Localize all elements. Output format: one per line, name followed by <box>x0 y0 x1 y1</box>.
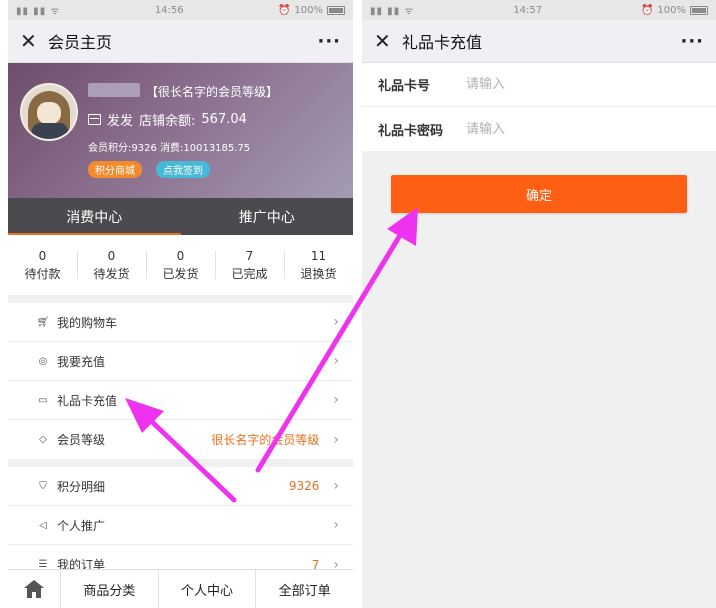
menu-item-cart[interactable]: 🛒︎ 我的购物车 › <box>8 303 353 342</box>
tab-product-categories[interactable]: 商品分类 <box>60 570 158 608</box>
order-status-pending-shipment[interactable]: 0 待发货 <box>77 235 146 295</box>
gift-card-recharge-screen: ▮▮ ▮▮ ᯤ 14:57 ⏰ 100% ✕ 礼品卡充值 ··· 礼品卡号 礼品… <box>362 0 716 608</box>
recharge-icon: ◎ <box>38 355 48 367</box>
card-number-input[interactable] <box>466 77 666 92</box>
top-navbar: ✕ 会员主页 ··· <box>8 20 353 63</box>
confirm-button[interactable]: 确定 <box>391 175 687 213</box>
member-level-tag: 【很长名字的会员等级】 <box>146 85 279 99</box>
menu-item-gift-card-recharge[interactable]: ▭ 礼品卡充值 › <box>8 381 353 420</box>
close-icon[interactable]: ✕ <box>20 29 46 53</box>
menu-item-label: 积分明细 <box>57 479 106 494</box>
center-tabs: 消费中心 推广中心 <box>8 198 353 235</box>
cart-icon: 🛒︎ <box>36 316 50 328</box>
gift-card-form: 礼品卡号 礼品卡密码 <box>362 63 716 151</box>
order-count: 7 <box>245 248 254 263</box>
menu-item-personal-promotion[interactable]: ◁ 个人推广 › <box>8 506 353 545</box>
chevron-right-icon: › <box>333 314 339 330</box>
status-time: 14:57 <box>513 4 543 16</box>
menu-item-label: 个人推广 <box>57 518 106 533</box>
order-status-pending-payment[interactable]: 0 待付款 <box>8 235 77 295</box>
profile-header: 【很长名字的会员等级】 发发 店铺余额: 567.04 会员积分:9326 消费… <box>8 63 353 198</box>
blurred-username <box>88 83 140 97</box>
signal-icon: ▮▮ ▮▮ ᯤ <box>370 6 415 17</box>
alarm-icon: ⏰ <box>277 4 291 16</box>
points-value: 9326 <box>288 479 320 493</box>
points-icon: ⛉ <box>39 480 47 492</box>
order-status-returns[interactable]: 11 退换货 <box>284 235 353 295</box>
menu-item-label: 礼品卡充值 <box>57 393 118 408</box>
order-status-label: 待发货 <box>93 266 130 281</box>
order-status-shipped[interactable]: 0 已发货 <box>146 235 215 295</box>
status-time: 14:56 <box>154 4 184 16</box>
order-status-label: 待付款 <box>24 266 61 281</box>
card-password-input[interactable] <box>466 121 666 137</box>
menu-group-2: ⛉ 积分明细 9326 › ◁ 个人推广 › ☰ 我的订单 7 › <box>8 467 353 584</box>
menu-item-member-level[interactable]: ◇ 会员等级 很长名字的会员等级 › <box>8 420 353 459</box>
member-home-screen: ▮▮ ▮▮ ᯤ 14:56 ⏰ 100% ✕ 会员主页 ··· 【很长名字的会员… <box>8 0 353 608</box>
tab-personal-center[interactable]: 个人中心 <box>157 570 256 608</box>
status-bar: ▮▮ ▮▮ ᯤ 14:57 ⏰ 100% <box>362 0 716 20</box>
store-icon <box>88 114 101 125</box>
order-count: 0 <box>107 248 116 263</box>
checkin-button[interactable]: 点我签到 <box>156 161 210 178</box>
menu-item-label: 会员等级 <box>57 433 106 447</box>
close-icon[interactable]: ✕ <box>374 29 400 53</box>
card-number-label: 礼品卡号 <box>378 79 431 94</box>
card-password-row: 礼品卡密码 <box>362 107 716 151</box>
order-status-completed[interactable]: 7 已完成 <box>215 235 284 295</box>
order-count: 0 <box>38 248 47 263</box>
more-menu-icon[interactable]: ··· <box>680 31 704 52</box>
menu-item-points-detail[interactable]: ⛉ 积分明细 9326 › <box>8 467 353 506</box>
order-status-label: 已发货 <box>162 266 199 281</box>
menu-item-label: 我要充值 <box>57 354 106 369</box>
signal-icon: ▮▮ ▮▮ ᯤ <box>16 6 61 17</box>
top-navbar: ✕ 礼品卡充值 ··· <box>362 20 716 63</box>
avatar[interactable] <box>20 83 78 141</box>
points-consumption-line: 会员积分:9326 消费:10013185.75 <box>88 143 251 154</box>
status-bar: ▮▮ ▮▮ ᯤ 14:56 ⏰ 100% <box>8 0 353 20</box>
alarm-icon: ⏰ <box>640 4 654 16</box>
battery-level: 100% <box>657 4 686 16</box>
home-tab[interactable] <box>8 570 60 608</box>
balance-value: 567.04 <box>201 112 247 127</box>
home-icon <box>24 580 44 598</box>
card-number-row: 礼品卡号 <box>362 63 716 107</box>
tab-all-orders[interactable]: 全部订单 <box>255 570 353 608</box>
order-count: 0 <box>176 248 185 263</box>
balance-label: 店铺余额: <box>139 114 196 129</box>
card-password-label: 礼品卡密码 <box>378 123 444 139</box>
bottom-tabbar: 商品分类 个人中心 全部订单 <box>8 569 353 608</box>
chevron-right-icon: › <box>333 478 339 494</box>
battery-icon <box>690 5 708 15</box>
menu-group-1: 🛒︎ 我的购物车 › ◎ 我要充值 › ▭ 礼品卡充值 › ◇ 会员等级 很长名… <box>8 303 353 459</box>
gift-card-icon: ▭ <box>38 394 48 406</box>
diamond-icon: ◇ <box>39 434 47 445</box>
menu-item-label: 我的购物车 <box>57 315 118 330</box>
store-balance-line: 发发 店铺余额: 567.04 <box>88 110 247 129</box>
tab-promotion-center[interactable]: 推广中心 <box>181 198 354 235</box>
battery-icon <box>327 5 345 15</box>
order-status-label: 已完成 <box>231 266 268 281</box>
chevron-right-icon: › <box>333 431 339 448</box>
page-title: 会员主页 <box>48 33 113 52</box>
order-status-bar: 0 待付款 0 待发货 0 已发货 7 已完成 11 退换货 <box>8 235 353 295</box>
more-menu-icon[interactable]: ··· <box>317 31 341 52</box>
megaphone-icon: ◁ <box>39 519 47 531</box>
tab-consumption-center[interactable]: 消费中心 <box>8 198 181 235</box>
member-level-value: 很长名字的会员等级 <box>211 433 320 447</box>
chevron-right-icon: › <box>333 353 339 369</box>
chevron-right-icon: › <box>333 392 339 408</box>
menu-item-recharge[interactable]: ◎ 我要充值 › <box>8 342 353 381</box>
chevron-right-icon: › <box>333 517 339 533</box>
points-mall-button[interactable]: 积分商城 <box>88 161 142 178</box>
order-count: 11 <box>310 248 327 263</box>
page-title: 礼品卡充值 <box>402 33 483 52</box>
battery-level: 100% <box>294 4 323 16</box>
store-name: 发发 <box>107 114 134 129</box>
order-status-label: 退换货 <box>300 266 337 281</box>
